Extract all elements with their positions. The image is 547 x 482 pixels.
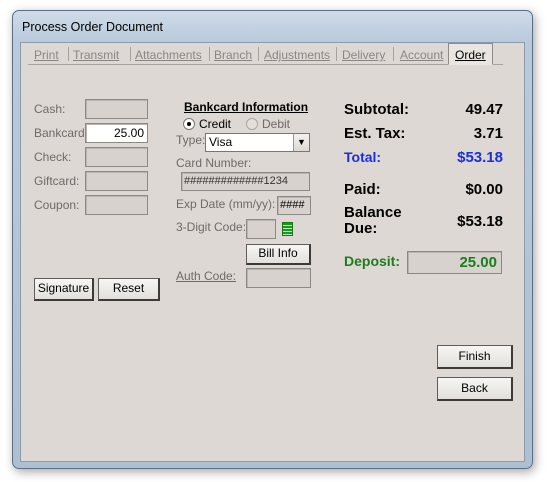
deposit-input[interactable]: 25.00 (407, 251, 502, 274)
card-type-value: Visa (209, 135, 233, 149)
paid-label: Paid: (344, 181, 381, 198)
auth-code-label: Auth Code: (176, 269, 237, 283)
card-number-label: Card Number: (176, 156, 252, 170)
tab-delivery[interactable]: Delivery (342, 46, 385, 63)
tax-value: 3.71 (473, 125, 503, 142)
tab-separator (258, 47, 259, 61)
cvv-input[interactable] (246, 219, 276, 239)
card-type-select[interactable]: Visa ▼ (205, 133, 310, 152)
tab-order[interactable]: Order (448, 43, 493, 65)
tab-adjustments[interactable]: Adjustments (264, 46, 330, 63)
check-input[interactable] (85, 147, 148, 167)
reset-button[interactable]: Reset (98, 278, 160, 301)
paid-value: $0.00 (465, 181, 503, 198)
cvv-label: 3-Digit Code: (176, 220, 247, 234)
credit-radio[interactable] (183, 118, 195, 130)
tab-separator (130, 47, 131, 61)
deposit-label: Deposit: (344, 253, 400, 269)
back-button[interactable]: Back (437, 377, 513, 401)
subtotal-label: Subtotal: (344, 101, 409, 118)
check-label: Check: (34, 150, 72, 164)
total-label: Total: (344, 149, 382, 165)
coupon-label: Coupon: (34, 198, 80, 212)
auth-code-input[interactable] (246, 268, 311, 288)
keypad-icon[interactable] (282, 222, 293, 236)
tax-label: Est. Tax: (344, 125, 406, 142)
finish-button[interactable]: Finish (437, 345, 513, 369)
balance-due-label: Balance Due: (344, 205, 402, 237)
signature-button[interactable]: Signature (34, 278, 94, 301)
tab-separator (68, 47, 69, 61)
tab-print[interactable]: Print (34, 46, 59, 63)
tab-separator (209, 47, 210, 61)
tab-transmit[interactable]: Transmit (73, 46, 119, 63)
exp-date-input[interactable]: #### (277, 196, 311, 215)
tab-branch[interactable]: Branch (214, 46, 252, 63)
cash-label: Cash: (34, 102, 66, 116)
card-type-label: Type: (176, 133, 206, 147)
chevron-down-icon[interactable]: ▼ (293, 134, 309, 151)
balance-due-value: $53.18 (457, 213, 503, 230)
tab-separator (393, 47, 394, 61)
balance-label-line2: Due: (344, 220, 378, 237)
card-number-input[interactable]: #############1234 (181, 172, 310, 191)
dialog-body: Print Transmit Attachments Branch Adjust… (20, 42, 525, 462)
tab-strip: Print Transmit Attachments Branch Adjust… (28, 43, 503, 65)
giftcard-input[interactable] (85, 171, 148, 191)
tab-attachments[interactable]: Attachments (135, 46, 202, 63)
credit-label: Credit (199, 117, 232, 131)
debit-label: Debit (262, 117, 291, 131)
coupon-input[interactable] (85, 195, 148, 215)
bankcard-input[interactable]: 25.00 (85, 123, 148, 143)
bankcard-section-title: Bankcard Information (184, 100, 309, 114)
bankcard-label: Bankcard: (34, 126, 89, 140)
subtotal-value: 49.47 (465, 101, 503, 118)
tab-account[interactable]: Account (400, 46, 443, 63)
dialog-window: Process Order Document Print Transmit At… (12, 10, 533, 469)
window-title: Process Order Document (22, 20, 164, 34)
giftcard-label: Giftcard: (34, 174, 80, 188)
exp-date-label: Exp Date (mm/yy): (176, 197, 276, 211)
debit-radio[interactable] (246, 118, 258, 130)
cash-input[interactable] (85, 99, 148, 119)
total-value: $53.18 (457, 149, 503, 166)
tab-separator (336, 47, 337, 61)
bill-info-button[interactable]: Bill Info (246, 244, 311, 265)
balance-label-line1: Balance (344, 204, 402, 221)
